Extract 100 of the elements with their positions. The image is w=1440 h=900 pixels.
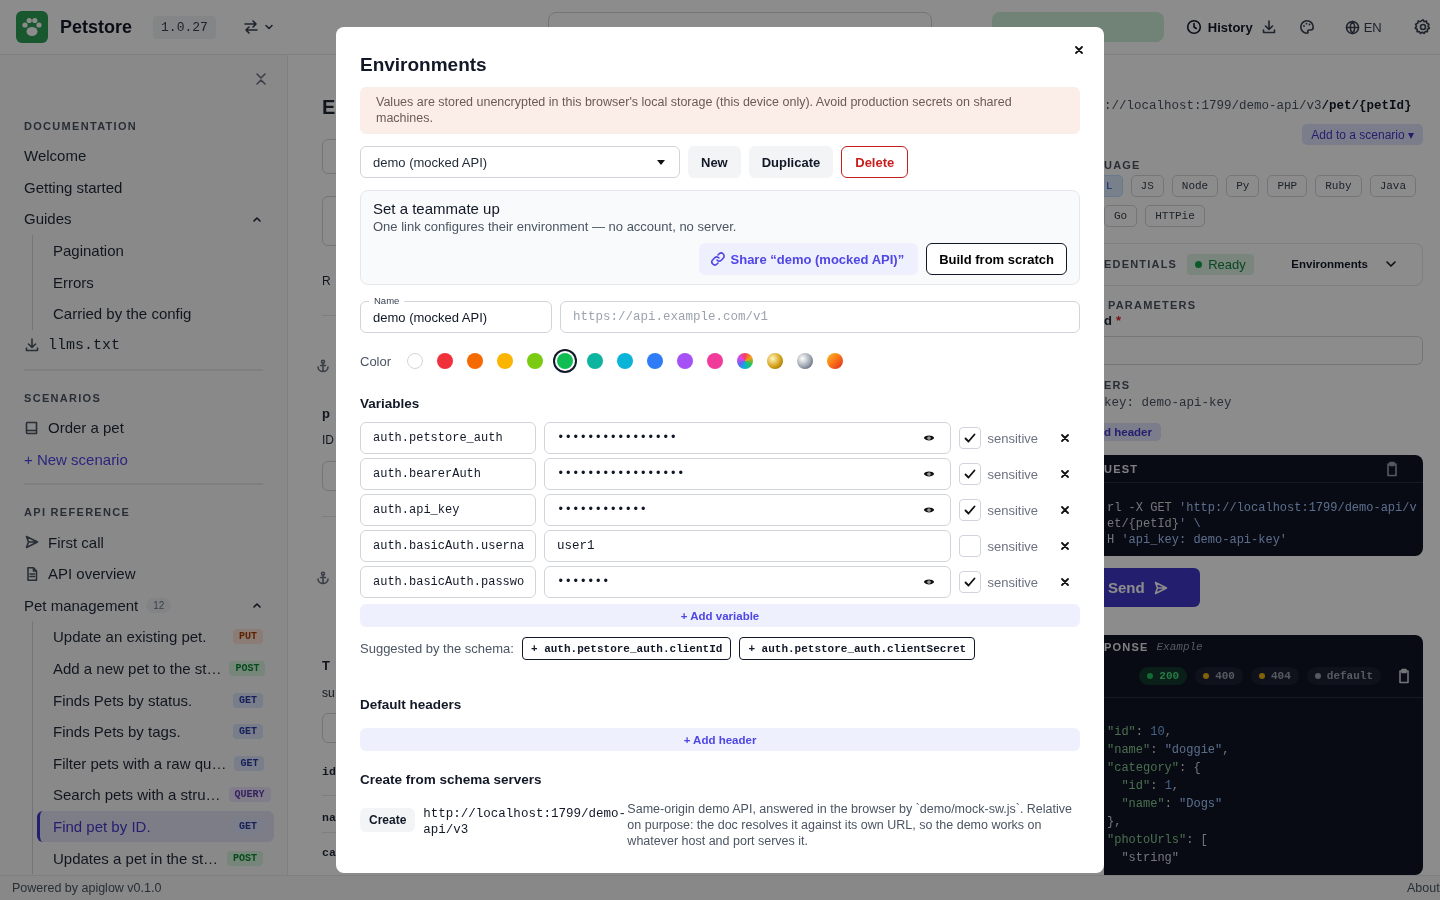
status-code-tab[interactable]: 200 [1139,667,1188,685]
color-swatch[interactable] [467,353,484,369]
endpoint-link[interactable]: Add a new pet to the st… POST [37,652,274,685]
checkbox[interactable] [959,427,982,449]
add-header-button[interactable]: d header [1104,422,1161,442]
variable-name-field[interactable]: auth.basicAuth.passwo [360,566,536,598]
nav-link[interactable]: Pagination [37,234,274,267]
add-to-scenario-button[interactable]: Add to a scenario ▾ [1302,124,1423,146]
code-line: "name": "Dogs" [1120,796,1224,813]
checkbox[interactable] [959,463,982,485]
endpoint-link[interactable]: Finds Pets by status. GET [37,684,274,716]
delete-button[interactable]: Delete [841,146,909,178]
about-link[interactable]: About [1407,881,1440,895]
nav-link[interactable]: First call [24,526,263,558]
endpoint-link[interactable]: Filter pets with a raw qu… GET [37,747,274,780]
color-swatch[interactable] [587,353,604,369]
language-tab[interactable]: PHP [1267,175,1308,198]
nav-link[interactable]: Errors [37,266,274,298]
color-swatch[interactable] [497,353,514,369]
status-badge: Ready [1187,253,1254,275]
action-button[interactable]: New [688,146,741,178]
status-code-tab[interactable]: default [1306,667,1381,685]
nav-link[interactable]: Welcome [24,140,263,172]
suggestion-chip[interactable]: + auth.petstore_auth.clientId [521,637,732,660]
color-swatch[interactable] [677,353,694,369]
nav-link[interactable]: API overview [24,557,263,590]
language-tab[interactable]: JS [1130,175,1164,198]
color-swatch[interactable] [557,353,574,369]
nav-group[interactable]: Pet management 12 [24,589,263,622]
language-tab[interactable]: L [1104,175,1123,198]
nav-link[interactable]: Carried by the config [37,297,274,330]
color-swatch[interactable] [797,353,814,369]
color-swatch[interactable] [737,353,754,369]
endpoint-link[interactable]: Search pets with a stru… QUERY [37,779,274,811]
code-line: H 'api_key: demo-api-key' [1106,532,1289,549]
endpoint-link[interactable]: Finds Pets by tags. GET [37,715,274,748]
color-swatch[interactable] [437,353,454,369]
collapse-button[interactable] [255,72,267,86]
endpoint-url: ://localhost:1799/demo-api/v3/pet/{petId} [1104,98,1413,115]
endpoint-link[interactable]: Find pet by ID. GET [37,810,274,843]
checkmark-icon [963,503,978,517]
section-label: PONSE [1104,640,1149,654]
nav-group[interactable]: Guides [24,203,263,235]
section-heading: API REFERENCE [24,505,132,520]
variable-value-field[interactable]: •••••••••••••••• [544,422,952,454]
variable-value-field[interactable]: ••••••••••••••••• [544,458,952,490]
variable-name-field[interactable]: auth.petstore_auth [360,422,536,454]
send-button[interactable]: Send [1104,568,1200,607]
color-swatch[interactable] [707,353,724,369]
close-button[interactable] [1072,43,1086,57]
language-button[interactable]: EN [1340,15,1386,39]
download-icon [1260,19,1277,35]
base-url-field[interactable]: https://api.example.com/v1 [560,301,1080,333]
language-tab[interactable]: Py [1226,175,1260,198]
color-swatch[interactable] [527,353,544,369]
create-button[interactable]: Create [360,808,416,832]
language-tab[interactable]: Java [1369,175,1417,198]
environment-select[interactable]: demo (mocked API) [360,146,680,178]
nav-link[interactable]: Getting started [24,171,263,204]
eye-icon [923,469,936,479]
status-code-tab[interactable]: 404 [1250,667,1299,685]
build-from-scratch-button[interactable]: Build from scratch [926,243,1067,275]
method-badge: POST [227,850,263,866]
language-tab[interactable]: Go [1104,205,1138,228]
status-code-tab[interactable]: 400 [1195,667,1243,685]
action-button[interactable]: Duplicate [748,146,834,178]
color-swatch[interactable] [827,353,844,369]
environments-toggle[interactable]: Environments [1285,256,1404,273]
language-tab[interactable]: HTTPie [1145,205,1205,228]
scenario-link[interactable]: Order a pet [24,412,263,444]
variable-value-field[interactable]: •••••••••••• [544,494,952,526]
language-tab[interactable]: Node [1171,175,1219,198]
color-swatch[interactable] [617,353,634,369]
variable-name-field[interactable]: auth.basicAuth.userna [360,530,536,562]
variable-value-field[interactable]: ••••••• [544,566,952,598]
color-swatch[interactable] [407,353,424,369]
code-line: rl -X GET 'http://localhost:1799/demo-api/v [1106,500,1418,517]
input-field[interactable] [1104,335,1423,365]
endpoint-link[interactable]: Update an existing pet. PUT [37,621,274,653]
color-swatch[interactable] [647,353,664,369]
checkbox[interactable] [959,571,982,593]
variable-name-field[interactable]: auth.bearerAuth [360,458,536,490]
variable-value-field[interactable]: user1 [544,530,952,562]
checkbox[interactable] [959,535,982,557]
language-tab[interactable]: Ruby [1315,175,1362,198]
history-button[interactable]: History [1181,15,1257,39]
share-button[interactable]: Share “demo (mocked API)” [698,243,919,275]
checkbox[interactable] [959,499,982,521]
variable-name-field[interactable]: auth.api_key [360,494,536,526]
new-scenario-link[interactable]: + New scenario [24,443,263,476]
clipboard-icon[interactable] [1385,460,1399,477]
code-line: "string" [1120,850,1180,867]
endpoint-link[interactable]: Updates a pet in the st… POST [37,842,274,874]
clipboard-icon[interactable] [1397,668,1411,684]
download-link[interactable]: llms.txt [24,329,263,362]
add-header-button[interactable]: + Add header [360,728,1080,751]
color-swatch[interactable] [767,353,784,369]
add-variable-button[interactable]: + Add variable [360,604,1080,627]
suggestion-chip[interactable]: + auth.petstore_auth.clientSecret [739,637,976,660]
close-icon [1060,577,1070,587]
